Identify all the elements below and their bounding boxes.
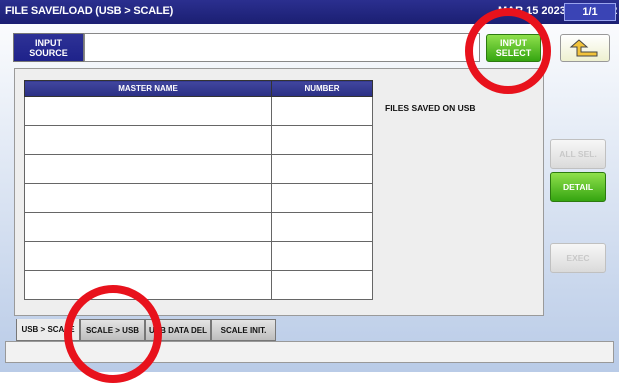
- table-row[interactable]: [24, 241, 373, 271]
- tab-scale-init[interactable]: SCALE INIT.: [211, 319, 276, 341]
- master-name-cell: [24, 183, 272, 213]
- tab-scale-to-usb[interactable]: SCALE > USB: [80, 319, 145, 341]
- input-select-button[interactable]: INPUT SELECT: [486, 34, 541, 62]
- master-table: MASTER NAME NUMBER: [24, 80, 373, 300]
- number-cell: [271, 183, 373, 213]
- title-bar: FILE SAVE/LOAD (USB > SCALE) MAR.15 2023…: [0, 0, 619, 24]
- table-row[interactable]: [24, 270, 373, 300]
- master-name-cell: [24, 125, 272, 155]
- back-button[interactable]: [560, 34, 610, 62]
- input-source-label: INPUT SOURCE: [13, 33, 84, 62]
- master-name-cell: [24, 212, 272, 242]
- tab-usb-to-scale[interactable]: USB > SCALE: [16, 319, 80, 341]
- exec-button[interactable]: EXEC: [550, 243, 606, 273]
- tab-usb-data-del[interactable]: USB DATA DEL: [145, 319, 211, 341]
- page-title: FILE SAVE/LOAD (USB > SCALE): [5, 5, 174, 17]
- column-header-master-name: MASTER NAME: [24, 80, 272, 97]
- number-cell: [271, 241, 373, 271]
- table-row[interactable]: [24, 96, 373, 126]
- number-cell: [271, 96, 373, 126]
- page-indicator: 1/1: [564, 3, 616, 21]
- app-window: FILE SAVE/LOAD (USB > SCALE) MAR.15 2023…: [0, 0, 619, 383]
- master-name-cell: [24, 96, 272, 126]
- table-row[interactable]: [24, 154, 373, 184]
- table-row[interactable]: [24, 125, 373, 155]
- number-cell: [271, 125, 373, 155]
- number-cell: [271, 212, 373, 242]
- number-cell: [271, 154, 373, 184]
- master-name-cell: [24, 154, 272, 184]
- column-header-number: NUMBER: [271, 80, 373, 97]
- number-cell: [271, 270, 373, 300]
- detail-button[interactable]: DETAIL: [550, 172, 606, 202]
- footer-bar: [5, 341, 614, 363]
- table-row[interactable]: [24, 212, 373, 242]
- files-saved-label: FILES SAVED ON USB: [385, 103, 476, 113]
- master-name-cell: [24, 241, 272, 271]
- input-source-field[interactable]: [84, 33, 480, 62]
- all-select-button[interactable]: ALL SEL.: [550, 139, 606, 169]
- master-name-cell: [24, 270, 272, 300]
- return-arrow-icon: [569, 39, 598, 57]
- table-row[interactable]: [24, 183, 373, 213]
